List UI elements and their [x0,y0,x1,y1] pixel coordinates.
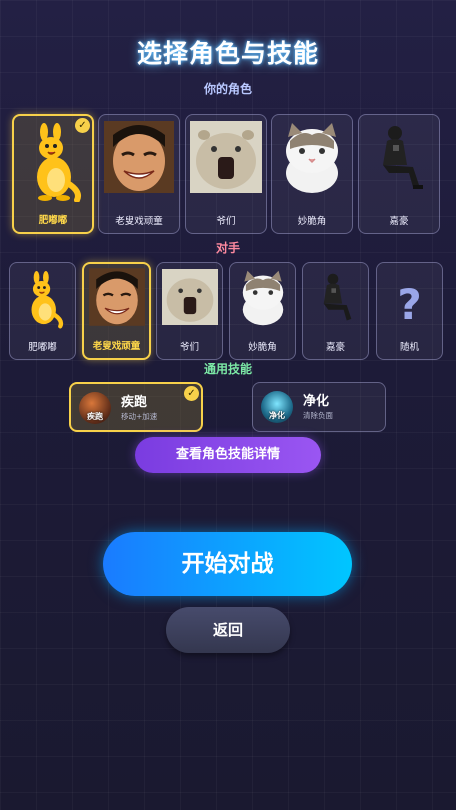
screaming-hamster-icon [161,269,218,325]
character-name: 老叟戏顽童 [115,216,163,227]
sitting-man-icon [323,273,351,321]
opponent-name: 嘉豪 [325,342,345,353]
opponent-card-2[interactable]: 老叟戏顽童 [82,262,151,360]
view-skill-details-button[interactable]: 查看角色技能详情 [135,437,321,473]
back-button[interactable]: 返回 [166,607,290,653]
sitting-man-icon [383,126,423,189]
question-mark-icon: ? [397,280,422,329]
cat-icon [286,123,338,193]
your-character-card-4[interactable]: 妙脆角 [271,114,353,234]
opponent-card-6[interactable]: ? 随机 [376,262,443,360]
your-character-card-5[interactable]: 嘉豪 [358,114,440,234]
start-battle-button[interactable]: 开始对战 [103,532,352,596]
opponent-name: 爷们 [179,342,199,353]
yellow-kangaroo-icon [37,123,81,202]
opponent-card-3[interactable]: 爷们 [156,262,223,360]
opponent-name: 随机 [399,342,419,353]
your-character-card-3[interactable]: 爷们 [185,114,267,234]
smiling-man-face-icon [88,268,145,326]
smiling-man-face-icon [104,121,174,193]
opponent-card-1[interactable]: 肥嘟嘟 [9,262,76,360]
skill-name: 净化 [303,394,330,409]
your-character-card-1[interactable]: ✓ 肥嘟嘟 [12,114,94,234]
yellow-kangaroo-icon [31,270,63,329]
character-name: 肥嘟嘟 [38,215,68,226]
page-title: 选择角色与技能 [136,39,319,68]
skill-card-sprint[interactable]: 疾跑 疾跑 移动+加速 ✓ [69,382,203,432]
skill-name: 疾跑 [121,395,148,410]
skill-description: 移动+加速 [121,412,158,421]
check-icon: ✓ [75,118,90,133]
purify-skill-icon: 净化 [261,391,293,423]
skill-icon-label: 疾跑 [87,412,103,421]
screaming-hamster-icon [190,121,262,193]
sprint-skill-icon: 疾跑 [79,392,111,424]
your-character-card-2[interactable]: 老叟戏顽童 [98,114,180,234]
opponent-name: 妙脆角 [248,342,277,353]
opponent-name: 肥嘟嘟 [28,342,57,353]
character-name: 嘉豪 [389,216,409,227]
opponent-card-4[interactable]: 妙脆角 [229,262,296,360]
skill-icon-label: 净化 [269,411,285,420]
opponent-name: 老叟戏顽童 [92,341,141,352]
cat-icon [242,270,283,326]
your-character-label: 你的角色 [203,82,252,96]
character-name: 爷们 [216,216,236,227]
opponent-card-5[interactable]: 嘉豪 [302,262,369,360]
skill-card-purify[interactable]: 净化 净化 清除负面 [252,382,386,432]
check-icon: ✓ [184,386,199,401]
skills-label: 通用技能 [203,362,252,376]
character-name: 妙脆角 [297,216,327,227]
skill-description: 清除负面 [303,411,333,420]
opponent-label: 对手 [215,241,240,255]
